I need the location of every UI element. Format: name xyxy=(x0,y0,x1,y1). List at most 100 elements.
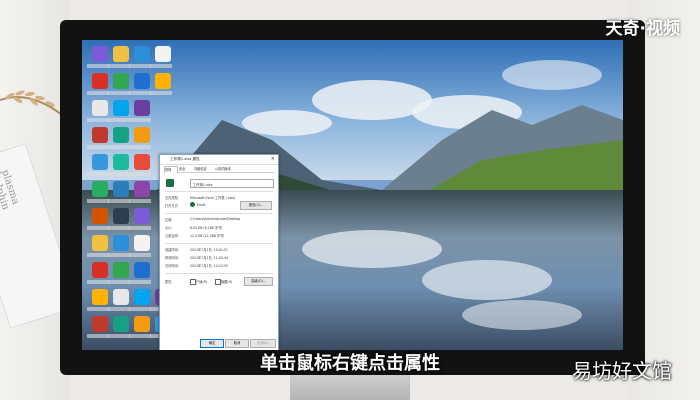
desktop-icon-label xyxy=(129,307,151,311)
tab-security[interactable]: 安全 xyxy=(179,166,191,172)
dialog-tabs: 常规 安全 详细信息 以前的版本 xyxy=(164,166,274,173)
dialog-title: 工作簿1.xlsx 属性 xyxy=(170,157,200,161)
desktop-app-icon[interactable] xyxy=(113,100,129,116)
tab-details[interactable]: 详细信息 xyxy=(194,166,212,172)
desktop-app-icon[interactable] xyxy=(113,181,129,197)
desktop-icon-label xyxy=(108,172,130,176)
desktop-icon-label xyxy=(87,91,109,95)
modified-label: 修改时间: xyxy=(165,256,179,260)
desktop-app-icon[interactable] xyxy=(92,127,108,143)
excel-file-icon xyxy=(166,179,174,187)
apply-button[interactable]: 应用(A) xyxy=(250,339,276,348)
desktop-icon-label xyxy=(87,118,109,122)
dialog-title-bar: 工作簿1.xlsx 属性 × xyxy=(160,155,278,165)
desktop-app-icon[interactable] xyxy=(155,73,171,89)
desktop-app-icon[interactable] xyxy=(113,208,129,224)
desktop-app-icon[interactable] xyxy=(134,262,150,278)
desktop-app-icon[interactable] xyxy=(134,127,150,143)
desktop-icon-label xyxy=(108,64,130,68)
file-type-label: 文件类型: xyxy=(165,196,179,200)
desktop-app-icon[interactable] xyxy=(113,46,129,62)
desktop-icon-label xyxy=(108,280,130,284)
desktop-icon-label xyxy=(87,199,109,203)
desktop-icon-label xyxy=(87,253,109,257)
tab-previous-versions[interactable]: 以前的版本 xyxy=(215,166,237,172)
desktop-app-icon[interactable] xyxy=(134,235,150,251)
close-icon[interactable]: × xyxy=(271,156,275,162)
file-type-value: Microsoft Excel 工作表 (.xlsx) xyxy=(190,196,236,200)
excel-app-icon xyxy=(190,202,195,207)
desktop-app-icon[interactable] xyxy=(113,127,129,143)
desktop-app-icon[interactable] xyxy=(113,73,129,89)
desktop-app-icon[interactable] xyxy=(92,235,108,251)
desktop-icon-label xyxy=(129,199,151,203)
desktop-app-icon[interactable] xyxy=(134,181,150,197)
desktop-icon-label xyxy=(129,91,151,95)
desktop-app-icon[interactable] xyxy=(92,46,108,62)
desktop-app-icon[interactable] xyxy=(92,73,108,89)
hidden-checkbox[interactable] xyxy=(215,279,221,285)
desktop-icon-label xyxy=(129,334,151,338)
desktop-app-icon[interactable] xyxy=(92,208,108,224)
desktop-app-icon[interactable] xyxy=(113,289,129,305)
readonly-label: 只读(R) xyxy=(196,280,208,284)
size-value: 6.62 KB (6,786 字节) xyxy=(190,226,223,230)
hidden-label: 隐藏(H) xyxy=(221,280,233,284)
desktop-icon-label xyxy=(87,64,109,68)
advanced-button[interactable]: 高级(D)... xyxy=(244,277,273,286)
desktop-icon-label xyxy=(150,91,172,95)
desktop-icon-label xyxy=(129,64,151,68)
desktop-icon-label xyxy=(87,226,109,230)
desktop-app-icon[interactable] xyxy=(92,289,108,305)
ok-button[interactable]: 确定 xyxy=(200,339,224,348)
desktop-icon-label xyxy=(87,280,109,284)
size-on-disk-value: 12.0 KB (12,288 字节) xyxy=(190,234,225,238)
desktop-app-icon[interactable] xyxy=(92,262,108,278)
desktop-app-icon[interactable] xyxy=(134,46,150,62)
desktop-icon-label xyxy=(108,334,130,338)
desktop-icon-label xyxy=(108,307,130,311)
accessed-value: 2021年7月1日, 14:13:55 xyxy=(190,264,229,268)
desktop-screen: 工作簿1.xlsx 属性 × 常规 安全 详细信息 以前的版本 工作簿1.xls… xyxy=(82,40,623,350)
desktop-icon-label xyxy=(108,253,130,257)
desktop-icon-label xyxy=(108,145,130,149)
change-button[interactable]: 更改(C)... xyxy=(240,201,272,210)
desktop-app-icon[interactable] xyxy=(113,235,129,251)
desktop-app-icon[interactable] xyxy=(113,154,129,170)
created-label: 创建时间: xyxy=(165,248,179,252)
desktop-app-icon[interactable] xyxy=(155,46,171,62)
desktop-app-icon[interactable] xyxy=(92,181,108,197)
desktop-icon-grid xyxy=(87,44,172,344)
cancel-button[interactable]: 取消 xyxy=(225,339,249,348)
book-spine-text: plasma dolphin go xyxy=(0,168,21,212)
desktop-app-icon[interactable] xyxy=(134,289,150,305)
desktop-app-icon[interactable] xyxy=(134,316,150,332)
open-with-label: 打开方式: xyxy=(165,204,179,208)
desktop-icon-label xyxy=(87,334,109,338)
desktop-app-icon[interactable] xyxy=(92,316,108,332)
desktop-app-icon[interactable] xyxy=(134,73,150,89)
desktop-icon-label xyxy=(150,64,172,68)
desktop-icon-label xyxy=(129,226,151,230)
monitor-bezel: 工作簿1.xlsx 属性 × 常规 安全 详细信息 以前的版本 工作簿1.xls… xyxy=(60,20,645,375)
desktop-app-icon[interactable] xyxy=(134,154,150,170)
desktop-app-icon[interactable] xyxy=(113,316,129,332)
desktop-app-icon[interactable] xyxy=(134,208,150,224)
file-name-input[interactable]: 工作簿1.xlsx xyxy=(190,179,274,188)
size-on-disk-label: 占用空间: xyxy=(165,234,179,238)
desktop-icon-label xyxy=(87,145,109,149)
attributes-label: 属性: xyxy=(165,280,173,284)
desktop-app-icon[interactable] xyxy=(134,100,150,116)
modified-value: 2021年7月1日, 11:02:44 xyxy=(190,256,229,260)
desktop-app-icon[interactable] xyxy=(113,262,129,278)
desktop-app-icon[interactable] xyxy=(92,154,108,170)
desktop-icon-label xyxy=(108,226,130,230)
tab-general[interactable]: 常规 xyxy=(164,166,178,173)
location-value: C:\Users\Administrator\Desktop xyxy=(190,217,241,221)
location-label: 位置: xyxy=(165,218,173,222)
readonly-checkbox[interactable] xyxy=(190,279,196,285)
desktop-app-icon[interactable] xyxy=(92,100,108,116)
dried-plant-decoration xyxy=(0,90,63,116)
desktop-icon-label xyxy=(129,280,151,284)
size-label: 大小: xyxy=(165,226,173,230)
